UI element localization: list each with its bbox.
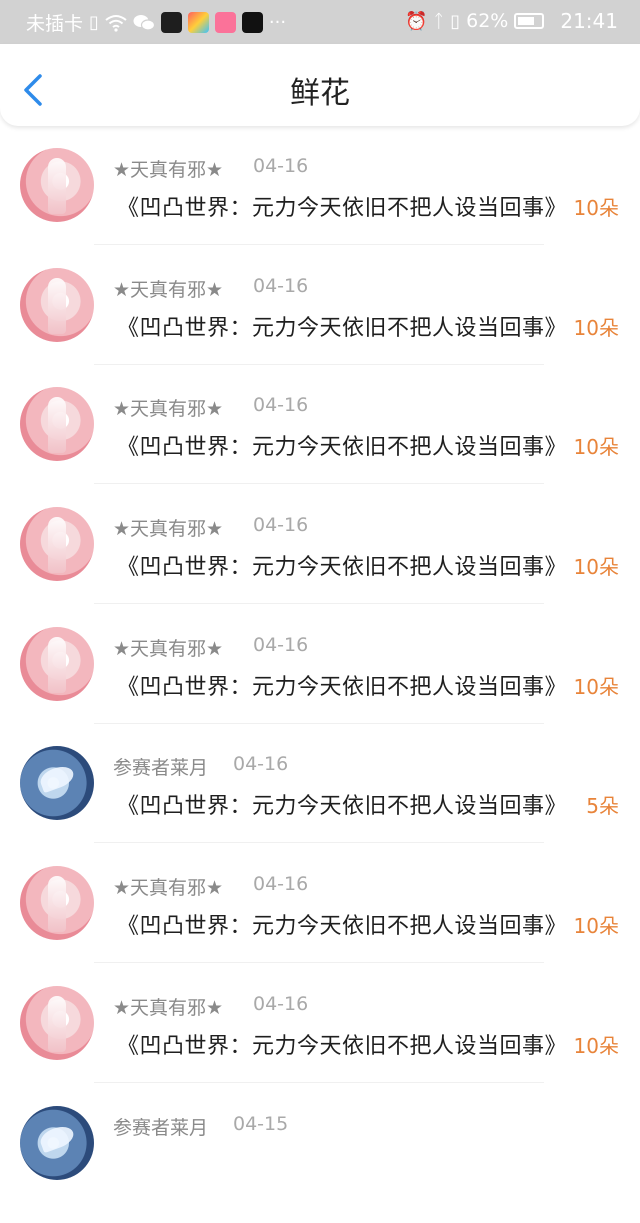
list-item[interactable]: ★天真有邪★ 04-16 《凹凸世界：元力今天依旧不把人设当回事》 10朵	[0, 864, 640, 984]
flower-count: 10朵	[574, 192, 619, 221]
date: 04-16	[253, 514, 308, 536]
flower-count: 10朵	[574, 312, 619, 341]
avatar[interactable]	[20, 387, 94, 461]
flower-count: 10朵	[574, 551, 619, 580]
capcut-icon	[242, 12, 263, 33]
divider	[94, 723, 544, 724]
paw-app-icon	[161, 12, 182, 33]
avatar[interactable]	[20, 627, 94, 701]
vibrate-icon: ▯	[450, 11, 460, 32]
list-item[interactable]: ★天真有邪★ 04-16 《凹凸世界：元力今天依旧不把人设当回事》 10朵	[0, 266, 640, 386]
divider	[94, 483, 544, 484]
message-text: 《凹凸世界：元力今天依旧不把人设当回事》	[117, 788, 575, 820]
list-item[interactable]: ★天真有邪★ 04-16 《凹凸世界：元力今天依旧不把人设当回事》 10朵	[0, 146, 640, 266]
divider	[94, 962, 544, 963]
divider	[94, 244, 544, 245]
divider	[94, 603, 544, 604]
avatar[interactable]	[20, 1106, 94, 1180]
divider	[94, 1082, 544, 1083]
flower-count: 10朵	[574, 1030, 619, 1059]
list-item[interactable]: 参赛者莱月 04-16 《凹凸世界：元力今天依旧不把人设当回事》 5朵	[0, 744, 640, 864]
bluetooth-icon: ᛏ	[433, 11, 444, 32]
avatar[interactable]	[20, 746, 94, 820]
nav-header: 鲜花	[0, 44, 640, 126]
carrier-text: 未插卡	[26, 9, 83, 36]
message-text: 《凹凸世界：元力今天依旧不把人设当回事》	[117, 549, 575, 581]
flower-count: 10朵	[574, 671, 619, 700]
message-text: 《凹凸世界：元力今天依旧不把人设当回事》	[117, 1028, 575, 1060]
page-title: 鲜花	[0, 68, 640, 112]
username: 参赛者莱月	[113, 1113, 208, 1140]
status-right: ⏰ ᛏ ▯ 62% 21:41	[405, 9, 618, 33]
date: 04-16	[253, 275, 308, 297]
avatar[interactable]	[20, 148, 94, 222]
avatar[interactable]	[20, 268, 94, 342]
date: 04-16	[233, 753, 288, 775]
username: ★天真有邪★	[113, 993, 223, 1020]
date: 04-16	[253, 634, 308, 656]
date: 04-16	[253, 155, 308, 177]
username: ★天真有邪★	[113, 514, 223, 541]
avatar[interactable]	[20, 986, 94, 1060]
flower-gift-list: ★天真有邪★ 04-16 《凹凸世界：元力今天依旧不把人设当回事》 10朵 ★天…	[0, 146, 640, 1223]
color-app-icon	[188, 12, 209, 33]
message-text: 《凹凸世界：元力今天依旧不把人设当回事》	[117, 310, 575, 342]
bilibili-icon	[215, 12, 236, 33]
username: ★天真有邪★	[113, 873, 223, 900]
username: ★天真有邪★	[113, 634, 223, 661]
date: 04-16	[253, 873, 308, 895]
date: 04-16	[253, 394, 308, 416]
date: 04-15	[233, 1113, 288, 1135]
battery-percent: 62%	[466, 10, 508, 32]
message-text: 《凹凸世界：元力今天依旧不把人设当回事》	[117, 429, 575, 461]
message-text: 《凹凸世界：元力今天依旧不把人设当回事》	[117, 190, 575, 222]
sim-alert-icon: ▯	[89, 12, 99, 33]
date: 04-16	[253, 993, 308, 1015]
alarm-icon: ⏰	[405, 11, 427, 32]
battery-icon	[514, 13, 544, 29]
list-item[interactable]: ★天真有邪★ 04-16 《凹凸世界：元力今天依旧不把人设当回事》 10朵	[0, 984, 640, 1104]
flower-count: 10朵	[574, 910, 619, 939]
status-left: 未插卡 ▯ ···	[26, 9, 286, 36]
flower-count: 5朵	[586, 790, 619, 819]
list-item[interactable]: ★天真有邪★ 04-16 《凹凸世界：元力今天依旧不把人设当回事》 10朵	[0, 505, 640, 625]
username: ★天真有邪★	[113, 155, 223, 182]
clock-time: 21:41	[560, 9, 618, 33]
avatar[interactable]	[20, 507, 94, 581]
divider	[94, 842, 544, 843]
divider	[94, 364, 544, 365]
status-bar: 未插卡 ▯ ··· ⏰ ᛏ ▯ 62% 21:41	[0, 0, 640, 44]
list-item[interactable]: 参赛者莱月 04-15	[0, 1104, 640, 1223]
list-item[interactable]: ★天真有邪★ 04-16 《凹凸世界：元力今天依旧不把人设当回事》 10朵	[0, 385, 640, 505]
wechat-icon	[133, 14, 155, 32]
username: ★天真有邪★	[113, 275, 223, 302]
wifi-icon	[105, 14, 127, 32]
list-item[interactable]: ★天真有邪★ 04-16 《凹凸世界：元力今天依旧不把人设当回事》 10朵	[0, 625, 640, 745]
avatar[interactable]	[20, 866, 94, 940]
more-notifications-icon: ···	[269, 12, 286, 33]
username: ★天真有邪★	[113, 394, 223, 421]
flower-count: 10朵	[574, 431, 619, 460]
message-text: 《凹凸世界：元力今天依旧不把人设当回事》	[117, 908, 575, 940]
message-text: 《凹凸世界：元力今天依旧不把人设当回事》	[117, 669, 575, 701]
username: 参赛者莱月	[113, 753, 208, 780]
